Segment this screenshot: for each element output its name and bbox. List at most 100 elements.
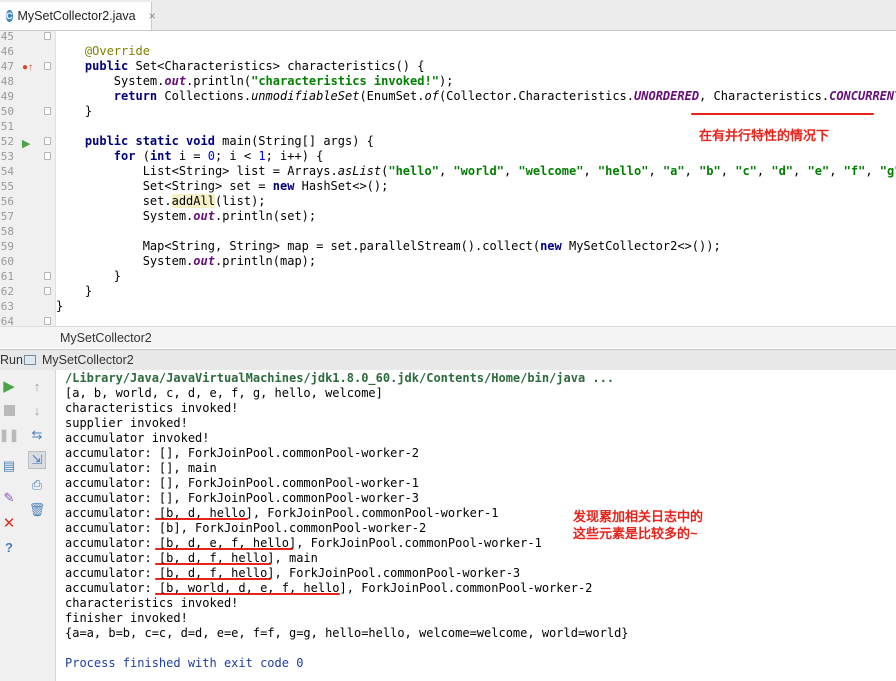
line-number: 57 [0, 210, 14, 223]
code-line[interactable]: 48 System.out.println("characteristics i… [0, 74, 896, 89]
fold-marker-icon[interactable] [44, 317, 51, 325]
close-icon[interactable]: × [149, 9, 156, 23]
scroll-to-end-icon[interactable]: ⇲ [28, 451, 46, 469]
fold-marker-icon[interactable] [44, 32, 51, 40]
console-output[interactable]: 发现累加相关日志中的 这些元素是比较多的~ /Library/Java/Java… [56, 370, 896, 681]
code-line[interactable]: 57 System.out.println(set); [0, 209, 896, 224]
editor-tab-bar: C MySetCollector2.java × [0, 0, 896, 31]
code-token: public [84, 59, 129, 73]
code-line[interactable]: 47 public Set<Characteristics> character… [0, 59, 896, 74]
line-number: 62 [0, 285, 14, 298]
code-token: MySetCollector2<>()); [561, 239, 721, 253]
code-token: , [720, 164, 736, 178]
tab-mysetcollector2[interactable]: C MySetCollector2.java × [0, 2, 156, 30]
console-line: accumulator: [b, d, f, hello], main [65, 551, 318, 565]
line-number: 63 [0, 300, 14, 313]
soft-wrap-icon[interactable]: ⇆ [28, 426, 46, 444]
java-class-icon: C [6, 10, 13, 22]
console-line: /Library/Java/JavaVirtualMachines/jdk1.8… [65, 371, 615, 385]
code-text: for (int i = 0; i < 1; i++) { [56, 149, 324, 164]
clear-all-icon[interactable]: 🗑 [28, 501, 46, 519]
pin-tab-icon[interactable]: ✎ [0, 489, 18, 507]
console-line: accumulator: [b], ForkJoinPool.commonPoo… [65, 521, 427, 535]
code-line[interactable]: 62 } [0, 284, 896, 299]
fold-marker-icon[interactable] [44, 152, 51, 160]
code-line[interactable]: 60 System.out.println(map); [0, 254, 896, 269]
code-line[interactable]: 55 Set<String> set = new HashSet<>(); [0, 179, 896, 194]
line-number: 59 [0, 240, 14, 253]
console-line: accumulator: [b, d, f, hello], ForkJoinP… [65, 566, 521, 580]
code-token: } [56, 299, 64, 313]
code-lines: 45 46 @Override 47 public Set<Characterist… [0, 29, 896, 329]
console-line: {a=a, b=b, c=c, d=d, e=e, f=f, g=g, hell… [65, 626, 629, 640]
code-text: public static void main(String[] args) { [56, 134, 374, 149]
fold-marker-icon[interactable] [44, 287, 51, 295]
code-token: "characteristics invoked!" [251, 74, 439, 88]
code-text: Set<String> set = new HashSet<>(); [56, 179, 389, 194]
close-run-icon[interactable]: ✕ [0, 514, 18, 532]
code-token: , [503, 164, 519, 178]
scroll-up-icon[interactable]: ↑ [28, 377, 46, 395]
run-label: Run [0, 353, 23, 367]
code-line[interactable]: 58 [0, 224, 896, 239]
code-line[interactable]: 63} [0, 299, 896, 314]
code-token: main(String[] args) { [214, 134, 374, 148]
code-token: unmodifiableSet [251, 89, 360, 103]
code-token: List<String> list = Arrays. [56, 164, 338, 178]
code-line[interactable]: 53 for (int i = 0; i < 1; i++) { [0, 149, 896, 164]
fold-marker-icon[interactable] [44, 107, 51, 115]
code-line[interactable]: 46 @Override [0, 44, 896, 59]
override-method-icon[interactable]: ●↑ [22, 62, 33, 73]
code-line[interactable]: 59 Map<String, String> map = set.paralle… [0, 239, 896, 254]
dump-threads-icon[interactable]: ▤ [0, 457, 18, 475]
annotation-note-parallel: 在有并行特性的情况下 [699, 128, 830, 143]
code-line[interactable]: 45 [0, 29, 896, 44]
rerun-icon[interactable]: ▶ [0, 377, 18, 395]
code-line[interactable]: 54 List<String> list = Arrays.asList("he… [0, 164, 896, 179]
stop-icon[interactable] [0, 401, 18, 419]
code-token: ; i < [214, 149, 259, 163]
code-text: } [56, 104, 92, 119]
print-icon[interactable]: ⎙ [28, 476, 46, 494]
line-number: 60 [0, 255, 14, 268]
fold-marker-icon[interactable] [44, 272, 51, 280]
console-line: finisher invoked! [65, 611, 188, 625]
code-token: , [583, 164, 598, 178]
code-token: "c" [735, 164, 757, 178]
code-text: } [56, 269, 121, 284]
code-token: set. [56, 194, 172, 208]
line-number: 49 [0, 90, 14, 103]
code-line[interactable]: 61 } [0, 269, 896, 284]
code-token: "f" [843, 164, 866, 178]
scroll-down-icon[interactable]: ↓ [28, 401, 46, 419]
code-line[interactable]: 56 set.addAll(list); [0, 194, 896, 209]
pause-icon[interactable]: ❚❚ [0, 426, 19, 444]
fold-marker-icon[interactable] [44, 62, 51, 70]
code-text: System.out.println(map); [56, 254, 316, 269]
code-token: "welcome" [518, 164, 584, 178]
code-token: , [829, 164, 844, 178]
run-config-name[interactable]: MySetCollector2 [42, 350, 134, 370]
code-token: Set<String> set = [56, 179, 273, 193]
code-token: "hello" [597, 164, 649, 178]
code-token: , Characteristics. [699, 89, 830, 103]
breadcrumb[interactable]: MySetCollector2 [0, 326, 896, 348]
breadcrumb-class[interactable]: MySetCollector2 [60, 331, 152, 345]
help-icon[interactable]: ? [0, 538, 18, 556]
code-text: @Override [56, 44, 150, 59]
code-token: "e" [807, 164, 830, 178]
run-main-icon[interactable]: ▶ [22, 137, 30, 150]
code-line[interactable]: 50 } [0, 104, 896, 119]
run-config-icon [24, 355, 36, 365]
console-line: accumulator invoked! [65, 431, 210, 445]
fold-marker-icon[interactable] [44, 137, 51, 145]
code-line[interactable]: 49 return Collections.unmodifiableSet(En… [0, 89, 896, 104]
code-editor[interactable]: 45 46 @Override 47 public Set<Characterist… [0, 29, 896, 329]
code-token: .println(set); [214, 209, 317, 223]
code-token: of [424, 89, 439, 103]
code-token: ); [438, 74, 454, 88]
code-text: } [56, 284, 92, 299]
